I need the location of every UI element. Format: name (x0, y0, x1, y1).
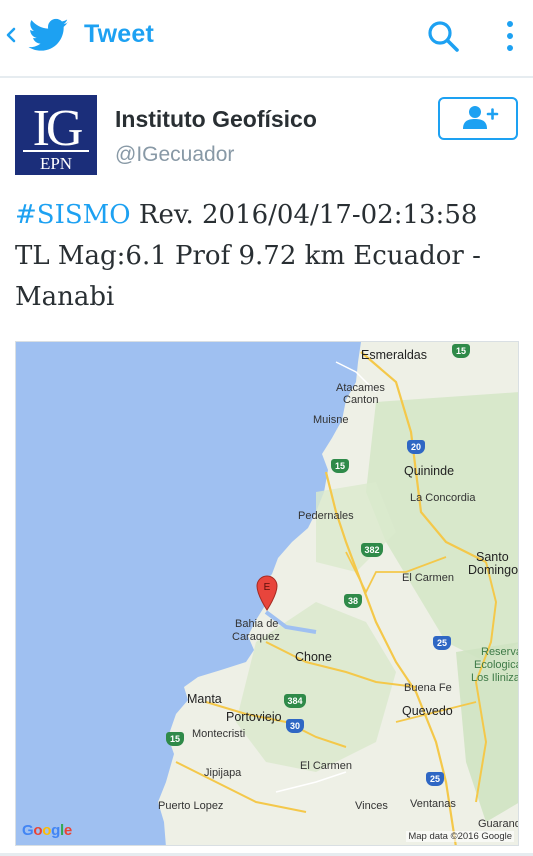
google-logo-o2: o (42, 822, 52, 839)
place-jipijapa: Jipijapa (204, 767, 242, 779)
place-reserva-1: Reserva (481, 646, 519, 658)
avatar-logo-text-top: IG (33, 100, 82, 157)
highway-shield: 25 (426, 772, 444, 786)
tweet-line-2: TL Mag:6.1 Prof 9.72 km Ecuador - (15, 241, 481, 271)
highway-shield: 15 (166, 732, 184, 746)
google-logo-e: e (63, 822, 72, 839)
add-user-icon (463, 106, 499, 129)
place-guaranda: Guaranda (478, 818, 518, 830)
twitter-bird-icon (28, 18, 69, 51)
author-handle[interactable]: @IGecuador (115, 143, 234, 167)
google-logo-g2: g (51, 822, 60, 839)
place-pedernales: Pedernales (298, 510, 354, 522)
place-quevedo: Quevedo (402, 704, 453, 718)
highway-shield: 15 (452, 344, 470, 358)
place-reserva-2: Ecologica (474, 659, 519, 671)
highway-shield: 30 (286, 719, 304, 733)
highway-shield: 384 (284, 694, 306, 708)
top-app-bar: Tweet (0, 0, 533, 78)
place-santo: Santo (476, 550, 509, 564)
place-reserva-3: Los Ilinizas (471, 672, 518, 684)
hashtag-link[interactable]: #SISMO (15, 200, 131, 230)
avatar-logo-text-bottom: EPN (40, 154, 72, 173)
place-quininde: Quininde (404, 464, 455, 478)
highway-shield: 25 (433, 636, 451, 650)
place-puerto-lopez: Puerto Lopez (158, 800, 224, 812)
tweet-line-3: Manabi (15, 282, 115, 312)
place-el-carmen-north: El Carmen (402, 572, 454, 584)
author-name[interactable]: Instituto Geofísico (115, 106, 317, 133)
follow-button[interactable] (438, 97, 518, 140)
map-marker-icon[interactable]: E (256, 575, 278, 611)
place-la-concordia: La Concordia (410, 492, 476, 504)
place-domingo: Domingo (468, 563, 519, 577)
tweet-line-1: #SISMO Rev. 2016/04/17-02:13:58 (15, 195, 520, 236)
place-el-carmen-south: El Carmen (300, 760, 352, 772)
google-logo-g: G (22, 822, 34, 839)
search-icon[interactable] (425, 18, 463, 56)
google-logo: Google (22, 822, 72, 839)
google-logo-o1: o (33, 822, 43, 839)
chevron-left-icon[interactable] (2, 20, 18, 50)
ig-epn-logo: IG EPN (15, 95, 97, 175)
map-attribution: Map data ©2016 Google (406, 831, 514, 842)
place-buena-fe: Buena Fe (404, 682, 452, 694)
place-canton: Canton (343, 394, 379, 406)
place-esmeraldas: Esmeraldas (361, 348, 427, 362)
tweet-text: #SISMO Rev. 2016/04/17-02:13:58 TL Mag:6… (15, 195, 520, 318)
tweet-line-1-text: Rev. 2016/04/17-02:13:58 (130, 200, 478, 230)
place-portoviejo: Portoviejo (226, 710, 282, 724)
place-bahia: Bahia de (235, 618, 279, 630)
highway-shield: 20 (407, 440, 425, 454)
place-vinces: Vinces (355, 800, 388, 812)
avatar[interactable]: IG EPN (15, 95, 97, 175)
page-title: Tweet (84, 20, 154, 48)
place-montecristi: Montecristi (192, 728, 246, 740)
highway-shield: 15 (331, 459, 349, 473)
place-muisne: Muisne (313, 414, 349, 426)
marker-label: E (264, 582, 271, 593)
more-vertical-icon[interactable] (500, 16, 520, 56)
place-chone: Chone (295, 650, 332, 664)
place-manta: Manta (187, 692, 222, 706)
place-ventanas: Ventanas (410, 798, 456, 810)
place-atacames: Atacames (336, 382, 385, 394)
place-caraquez: Caraquez (232, 631, 280, 643)
map-image[interactable]: Esmeraldas Atacames Canton Muisne Quinin… (15, 341, 519, 846)
highway-shield: 382 (361, 543, 383, 557)
highway-shield: 38 (344, 594, 362, 608)
